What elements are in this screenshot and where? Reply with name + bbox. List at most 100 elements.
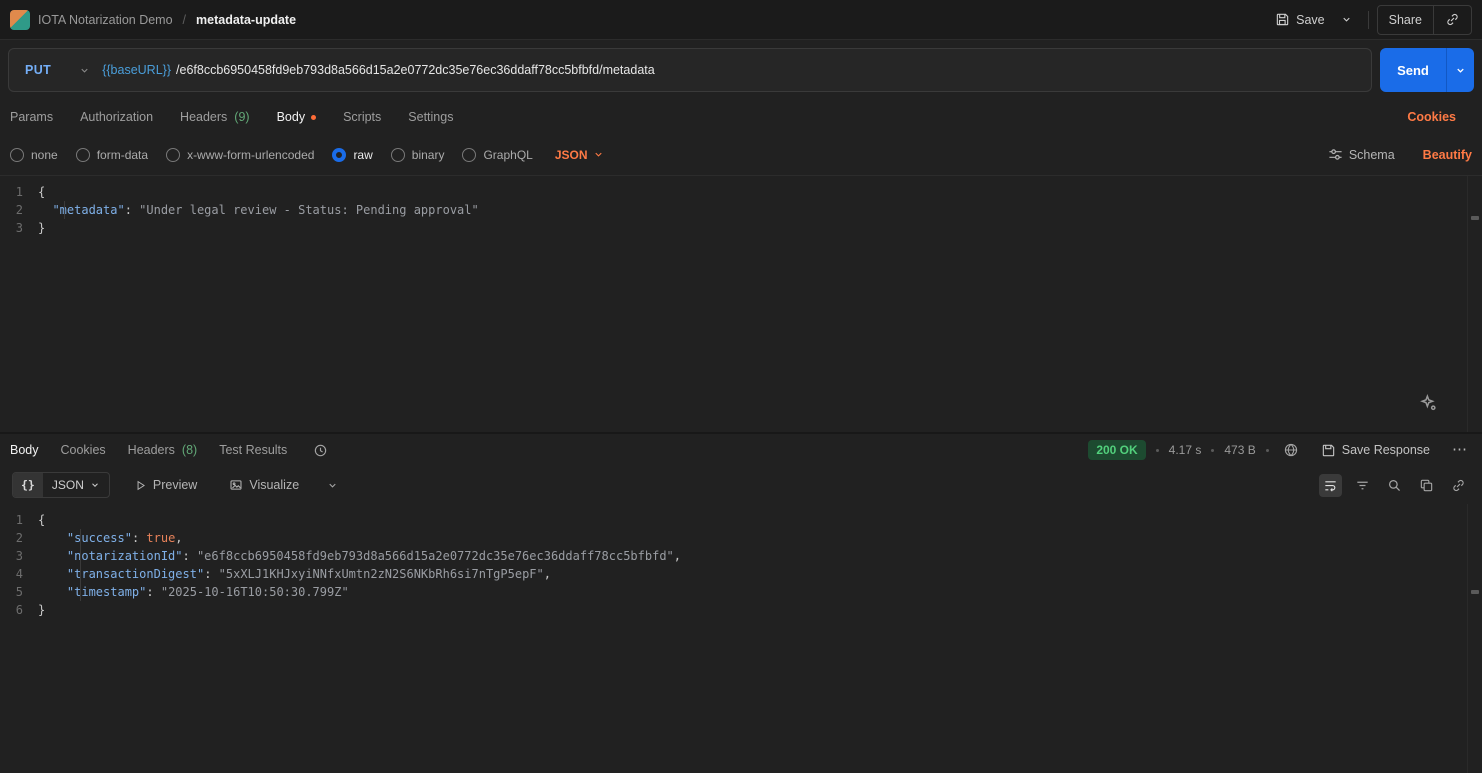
- send-options-chevron[interactable]: [1446, 48, 1474, 92]
- headers-count: (9): [234, 110, 249, 124]
- response-tab-test-results[interactable]: Test Results: [219, 443, 287, 457]
- send-split-button: Send: [1380, 48, 1474, 92]
- breadcrumb-request-name[interactable]: metadata-update: [196, 13, 296, 27]
- body-language-select[interactable]: JSON: [555, 148, 604, 162]
- body-type-graphql[interactable]: GraphQL: [462, 148, 532, 162]
- chevron-down-icon: [79, 65, 90, 76]
- body-type-x-www-form-urlencoded[interactable]: x-www-form-urlencoded: [166, 148, 314, 162]
- visualize-button[interactable]: Visualize: [221, 472, 307, 498]
- request-tabs: Params Authorization Headers (9) Body Sc…: [0, 100, 1482, 134]
- scrollbar-thumb[interactable]: [1471, 216, 1479, 220]
- preview-button[interactable]: Preview: [126, 472, 205, 498]
- filter-button[interactable]: [1351, 474, 1374, 497]
- breadcrumb-workspace[interactable]: IOTA Notarization Demo: [38, 13, 173, 27]
- method-select[interactable]: PUT: [9, 63, 102, 77]
- viewer-options-chevron[interactable]: [323, 476, 342, 495]
- braces-icon: {}: [13, 473, 43, 497]
- response-size: 473 B: [1224, 443, 1255, 457]
- save-response-button[interactable]: Save Response: [1313, 437, 1438, 464]
- topbar-actions: Save Share: [1267, 5, 1472, 35]
- visualize-label: Visualize: [249, 478, 299, 492]
- tab-settings[interactable]: Settings: [408, 110, 453, 124]
- url-input[interactable]: {{baseURL}} /e6f8ccb6950458fd9eb793d8a56…: [102, 63, 1371, 77]
- response-format-select[interactable]: {} JSON: [12, 472, 110, 498]
- save-icon: [1275, 12, 1290, 27]
- cookies-link[interactable]: Cookies: [1407, 110, 1472, 124]
- chevron-down-icon: [90, 480, 100, 490]
- request-editor-scrollbar[interactable]: [1467, 176, 1482, 432]
- response-editor-scrollbar[interactable]: [1467, 504, 1482, 773]
- divider: [1368, 11, 1369, 29]
- filter-icon: [1355, 478, 1370, 493]
- save-button[interactable]: Save: [1267, 6, 1333, 33]
- wrap-text-button[interactable]: [1319, 474, 1342, 497]
- wrap-text-icon: [1323, 478, 1338, 493]
- ellipsis-icon: ⋯: [1452, 445, 1468, 455]
- workspace-logo[interactable]: [10, 10, 30, 30]
- more-options-button[interactable]: ⋯: [1448, 441, 1472, 459]
- response-viewer-tools: [1319, 474, 1470, 497]
- radio-selected-icon: [332, 148, 346, 162]
- tab-label: Test Results: [219, 443, 287, 457]
- link-icon: [1445, 12, 1460, 27]
- body-modified-dot: [311, 115, 316, 120]
- app-header: IOTA Notarization Demo / metadata-update…: [0, 0, 1482, 40]
- tab-label: Body: [10, 443, 39, 457]
- url-variable: {{baseURL}}: [102, 63, 171, 77]
- breadcrumb-separator: /: [183, 13, 186, 27]
- visualize-image-icon: [229, 478, 243, 492]
- share-button[interactable]: Share: [1378, 8, 1433, 32]
- request-body-editor[interactable]: 1{2 "metadata": "Under legal review - St…: [0, 176, 1482, 434]
- response-tabs-row: Body Cookies Headers (8) Test Results 20…: [0, 434, 1482, 466]
- response-time: 4.17 s: [1169, 443, 1202, 457]
- response-headers-count: (8): [182, 443, 197, 457]
- search-icon: [1387, 478, 1402, 493]
- tab-params[interactable]: Params: [10, 110, 53, 124]
- radio-label: x-www-form-urlencoded: [187, 148, 314, 162]
- schema-button[interactable]: Schema: [1320, 141, 1403, 168]
- code-line: 4 "transactionDigest": "5xXLJ1KHJxyiNNfx…: [0, 565, 1482, 583]
- body-type-binary[interactable]: binary: [391, 148, 445, 162]
- response-tab-body[interactable]: Body: [10, 443, 39, 457]
- tab-label: Params: [10, 110, 53, 124]
- history-clock-icon: [313, 443, 328, 458]
- search-button[interactable]: [1383, 474, 1406, 497]
- tab-authorization[interactable]: Authorization: [80, 110, 153, 124]
- radio-label: form-data: [97, 148, 148, 162]
- copy-button[interactable]: [1415, 474, 1438, 497]
- save-options-chevron[interactable]: [1333, 8, 1360, 31]
- response-body-code: 1{2 "success": true,3 "notarizationId": …: [0, 511, 1482, 619]
- response-history-button[interactable]: [309, 439, 332, 462]
- body-type-raw[interactable]: raw: [332, 148, 372, 162]
- tab-label: Headers: [180, 110, 227, 124]
- code-line: 3 "notarizationId": "e6f8ccb6950458fd9eb…: [0, 547, 1482, 565]
- body-type-none[interactable]: none: [10, 148, 58, 162]
- response-tab-headers[interactable]: Headers (8): [128, 443, 198, 457]
- link-icon: [1451, 478, 1466, 493]
- response-toolbar: {} JSON Preview Visualize: [0, 466, 1482, 504]
- code-line: 2 "metadata": "Under legal review - Stat…: [0, 201, 1482, 219]
- copy-link-button[interactable]: [1434, 7, 1471, 32]
- tab-label: Body: [277, 110, 306, 124]
- code-line: 5 "timestamp": "2025-10-16T10:50:30.799Z…: [0, 583, 1482, 601]
- response-tab-cookies[interactable]: Cookies: [61, 443, 106, 457]
- tab-body[interactable]: Body: [277, 110, 317, 124]
- format-label: JSON: [52, 478, 84, 492]
- body-type-form-data[interactable]: form-data: [76, 148, 148, 162]
- body-type-row: none form-data x-www-form-urlencoded raw…: [0, 134, 1482, 176]
- code-line: 3}: [0, 219, 1482, 237]
- method-label: PUT: [25, 63, 51, 77]
- response-body-viewer[interactable]: 1{2 "success": true,3 "notarizationId": …: [0, 504, 1482, 773]
- copy-response-link-button[interactable]: [1447, 474, 1470, 497]
- indent-guide: [80, 529, 81, 601]
- beautify-link[interactable]: Beautify: [1423, 148, 1472, 162]
- preview-label: Preview: [153, 478, 197, 492]
- postbot-icon[interactable]: [1418, 393, 1438, 416]
- tab-headers[interactable]: Headers (9): [180, 110, 250, 124]
- url-path: /e6f8ccb6950458fd9eb793d8a566d15a2e0772d…: [176, 63, 655, 77]
- radio-icon: [462, 148, 476, 162]
- network-info-button[interactable]: [1279, 438, 1303, 462]
- send-button[interactable]: Send: [1380, 48, 1446, 92]
- tab-scripts[interactable]: Scripts: [343, 110, 381, 124]
- scrollbar-thumb[interactable]: [1471, 590, 1479, 594]
